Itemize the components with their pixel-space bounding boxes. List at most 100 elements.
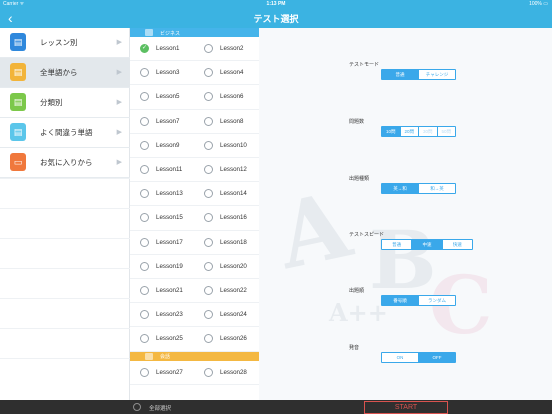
select-all-label[interactable]: 全部選択 xyxy=(149,404,171,412)
question-type-label: 出題種類 xyxy=(349,176,370,182)
chevron-right-icon: ▶ xyxy=(116,39,122,46)
lesson-row: Lesson3 Lesson4 xyxy=(130,61,259,86)
lesson-label: Lesson3 xyxy=(156,69,180,77)
segment-option[interactable]: 快速 xyxy=(443,240,472,249)
chevron-right-icon: ▶ xyxy=(116,69,122,76)
question-type-segmented-control: 英→和 和→英 xyxy=(381,183,456,194)
question-count-label: 問題数 xyxy=(349,119,365,125)
bottom-bar: 全部選択 START xyxy=(0,400,552,414)
clock: 1:13 PM xyxy=(266,1,286,7)
section-title: ビジネス xyxy=(160,30,181,37)
segment-option[interactable]: 30問 xyxy=(419,127,438,136)
radio-icon[interactable] xyxy=(140,165,149,174)
sidebar-item[interactable]: ▤ よく間違う単語 ▶ xyxy=(0,118,130,148)
lesson-row: Lesson25 Lesson26 xyxy=(130,327,259,352)
building-icon xyxy=(145,29,153,36)
sidebar-empty-row xyxy=(0,358,130,359)
segment-option[interactable]: 番号順 xyxy=(382,296,419,305)
lesson-label: Lesson22 xyxy=(220,287,247,294)
sidebar-item-label: 分類別 xyxy=(40,98,63,107)
navigation-bar: ‹ テスト選択 xyxy=(0,8,552,28)
chevron-right-icon: ▶ xyxy=(116,159,122,166)
radio-icon[interactable] xyxy=(204,189,213,199)
section-header: 会話 xyxy=(130,351,259,361)
sidebar-empty-row xyxy=(0,178,130,179)
radio-icon[interactable] xyxy=(140,334,149,344)
lesson-label: Lesson15 xyxy=(156,214,183,222)
sidebar-item[interactable]: ▭ お気に入りから ▶ xyxy=(0,148,130,178)
sidebar-empty-row xyxy=(0,238,130,239)
question-count-segmented-control: 10問 20問 30問 50問 xyxy=(381,126,456,137)
radio-icon[interactable] xyxy=(204,310,213,320)
sidebar-item[interactable]: ▤ 分類別 ▶ xyxy=(0,88,130,118)
segment-option[interactable]: 50問 xyxy=(438,127,456,136)
radio-icon[interactable] xyxy=(204,116,213,126)
category-sidebar: ▤ レッスン別 ▶ ▤ 全単語から ▶ ▤ 分類別 ▶ ▤ よく間違う単語 ▶ ▭ お気に入りから ▶ xyxy=(0,28,130,400)
radio-icon[interactable] xyxy=(140,286,149,295)
radio-icon[interactable] xyxy=(204,286,213,295)
segment-option[interactable]: 和→英 xyxy=(419,184,455,193)
radio-icon[interactable] xyxy=(140,92,149,102)
radio-icon[interactable] xyxy=(140,68,149,78)
sidebar-item-label: 全単語から xyxy=(40,68,78,77)
question-order-label: 出題順 xyxy=(349,288,365,294)
radio-icon[interactable] xyxy=(204,92,213,102)
segment-option[interactable]: チャレンジ xyxy=(419,70,455,79)
checked-radio-icon[interactable] xyxy=(140,44,149,53)
radio-icon[interactable] xyxy=(140,140,149,150)
radio-icon[interactable] xyxy=(204,68,213,78)
radio-icon[interactable] xyxy=(140,116,149,126)
lesson-row: Lesson5 Lesson6 xyxy=(130,85,259,110)
radio-icon[interactable] xyxy=(140,261,149,271)
radio-icon[interactable] xyxy=(140,310,149,320)
sidebar-item[interactable]: ▤ 全単語から ▶ xyxy=(0,58,130,88)
segment-option[interactable]: 20問 xyxy=(401,127,419,136)
radio-icon[interactable] xyxy=(204,237,213,247)
start-button[interactable]: START xyxy=(364,400,448,414)
select-all-radio[interactable] xyxy=(133,403,141,411)
segment-option[interactable]: 英→和 xyxy=(382,184,419,193)
lesson-row: Lesson17 Lesson18 xyxy=(130,231,259,255)
sidebar-item-label: よく間違う単語 xyxy=(40,128,93,137)
segment-option[interactable]: ランダム xyxy=(419,296,455,305)
lesson-row: Lesson1 Lesson2 xyxy=(130,37,259,62)
segment-option[interactable]: OFF xyxy=(419,353,455,362)
lesson-label: Lesson27 xyxy=(156,368,183,376)
lesson-label: Lesson25 xyxy=(156,335,183,343)
radio-icon[interactable] xyxy=(140,189,149,199)
lesson-label: Lesson1 xyxy=(156,45,180,52)
document-icon: ▤ xyxy=(10,93,26,111)
document-icon: ▤ xyxy=(10,63,26,81)
pronunciation-label: 発音 xyxy=(349,345,360,351)
radio-icon[interactable] xyxy=(140,213,149,223)
radio-icon[interactable] xyxy=(140,237,149,247)
sidebar-empty-row xyxy=(0,208,130,209)
radio-icon[interactable] xyxy=(204,334,213,344)
radio-icon[interactable] xyxy=(204,140,213,150)
segment-option[interactable]: 普通 xyxy=(382,70,419,79)
radio-icon[interactable] xyxy=(140,367,149,377)
radio-icon[interactable] xyxy=(204,213,213,223)
lesson-label: Lesson7 xyxy=(156,117,180,125)
lesson-label: Lesson13 xyxy=(156,190,183,198)
radio-icon[interactable] xyxy=(204,367,213,377)
pronunciation-segmented-control: ON OFF xyxy=(381,352,456,363)
lesson-label: Lesson21 xyxy=(156,287,183,294)
lesson-row: Lesson15 Lesson16 xyxy=(130,206,259,231)
radio-icon[interactable] xyxy=(204,44,213,53)
sidebar-item[interactable]: ▤ レッスン別 ▶ xyxy=(0,28,130,58)
status-bar: Carrier ᯤ 1:13 PM 100% ▭ xyxy=(0,0,552,8)
segment-option[interactable]: 中速 xyxy=(412,240,443,249)
segment-option[interactable]: 普通 xyxy=(382,240,413,249)
lesson-label: Lesson10 xyxy=(220,141,247,149)
sidebar-item-label: お気に入りから xyxy=(40,158,93,167)
lesson-row: Lesson11 Lesson12 xyxy=(130,158,259,183)
radio-icon[interactable] xyxy=(204,261,213,271)
lesson-label: Lesson14 xyxy=(220,190,247,198)
segment-option[interactable]: 10問 xyxy=(382,127,401,136)
lesson-label: Lesson23 xyxy=(156,311,183,319)
lesson-row: Lesson21 Lesson22 xyxy=(130,279,259,304)
segment-option[interactable]: ON xyxy=(382,353,419,362)
lesson-list: ビジネスLesson1Lesson2Lesson3Lesson4Lesson5L… xyxy=(130,28,259,400)
radio-icon[interactable] xyxy=(204,165,213,174)
